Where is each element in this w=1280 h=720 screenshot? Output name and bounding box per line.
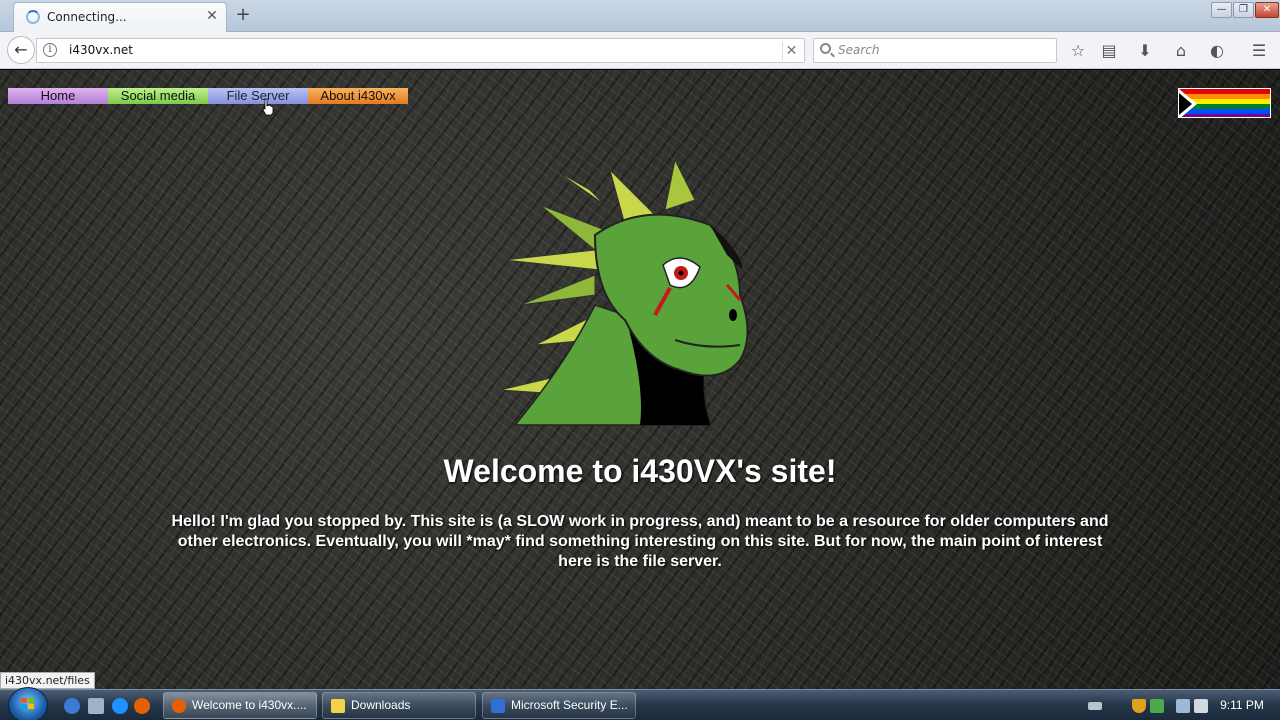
maximize-button[interactable]: ❐ [1233, 2, 1254, 18]
menu-item-file-server[interactable]: File Server [208, 88, 308, 104]
loading-spinner-icon [26, 10, 40, 24]
start-button[interactable] [8, 687, 48, 720]
page-title: Welcome to i430VX's site! [443, 453, 837, 489]
task-label: Welcome to i430vx.... [192, 698, 307, 712]
home-icon[interactable]: ⌂ [1170, 40, 1192, 62]
firefox-icon[interactable] [134, 698, 150, 714]
tab-close-icon[interactable]: ✕ [204, 8, 220, 24]
ie-icon[interactable] [112, 698, 128, 714]
reader-icon[interactable]: ▤ [1098, 40, 1120, 62]
menu-item-about[interactable]: About i430vx [308, 88, 408, 104]
search-placeholder: Search [838, 43, 880, 57]
menu-item-home[interactable]: Home [8, 88, 108, 104]
task-label: Microsoft Security E... [511, 698, 628, 712]
back-button[interactable]: ← [7, 36, 35, 64]
page-content: Home Social media File Server About i430… [0, 70, 1280, 689]
show-desktop-icon[interactable] [88, 698, 104, 714]
pride-flag-image [1178, 88, 1271, 118]
minimize-button[interactable]: — [1211, 2, 1232, 18]
dragon-mascot-image [499, 158, 749, 426]
taskbar: Welcome to i430vx.... Downloads Microsof… [0, 687, 1280, 720]
url-text[interactable]: i430vx.net [69, 43, 133, 57]
windows-logo-icon [21, 698, 34, 709]
pocket-icon[interactable]: ◐ [1206, 40, 1228, 62]
security-tray-icon[interactable] [1150, 699, 1164, 713]
tab-title: Connecting... [47, 10, 127, 24]
task-security-essentials[interactable]: Microsoft Security E... [482, 692, 636, 719]
tab-strip: Connecting... ✕ + — ❐ ✕ [0, 0, 1280, 32]
menu-icon[interactable]: ☰ [1248, 40, 1270, 62]
clock[interactable]: 9:11 PM [1208, 690, 1276, 720]
intro-paragraph: Hello! I'm glad you stopped by. This sit… [171, 513, 1109, 570]
address-bar[interactable]: i i430vx.net ✕ [36, 38, 805, 63]
close-window-button[interactable]: ✕ [1255, 2, 1279, 18]
star-icon[interactable]: ☆ [1067, 40, 1089, 62]
site-menu: Home Social media File Server About i430… [8, 88, 408, 104]
search-icon [820, 43, 831, 54]
stop-loading-icon[interactable]: ✕ [782, 42, 800, 60]
task-firefox[interactable]: Welcome to i430vx.... [163, 692, 317, 719]
search-input[interactable]: Search [813, 38, 1057, 63]
browser-tab[interactable]: Connecting... ✕ [13, 2, 227, 32]
network-icon[interactable] [1176, 699, 1190, 713]
shield-icon[interactable] [1132, 699, 1146, 713]
menu-item-social-media[interactable]: Social media [108, 88, 208, 104]
download-icon[interactable]: ⬇ [1134, 40, 1156, 62]
task-label: Downloads [351, 698, 411, 712]
keyboard-icon[interactable] [1088, 702, 1102, 710]
site-info-icon[interactable]: i [43, 43, 57, 57]
ie-quicklaunch-icon[interactable] [64, 698, 80, 714]
firefox-task-icon [172, 699, 186, 713]
volume-muted-icon[interactable] [1194, 699, 1208, 713]
hand-cursor-icon [262, 98, 274, 116]
task-downloads[interactable]: Downloads [322, 692, 476, 719]
folder-icon [331, 699, 345, 713]
security-icon [491, 699, 505, 713]
status-bar-link: i430vx.net/files [0, 672, 95, 689]
new-tab-button[interactable]: + [232, 4, 254, 26]
